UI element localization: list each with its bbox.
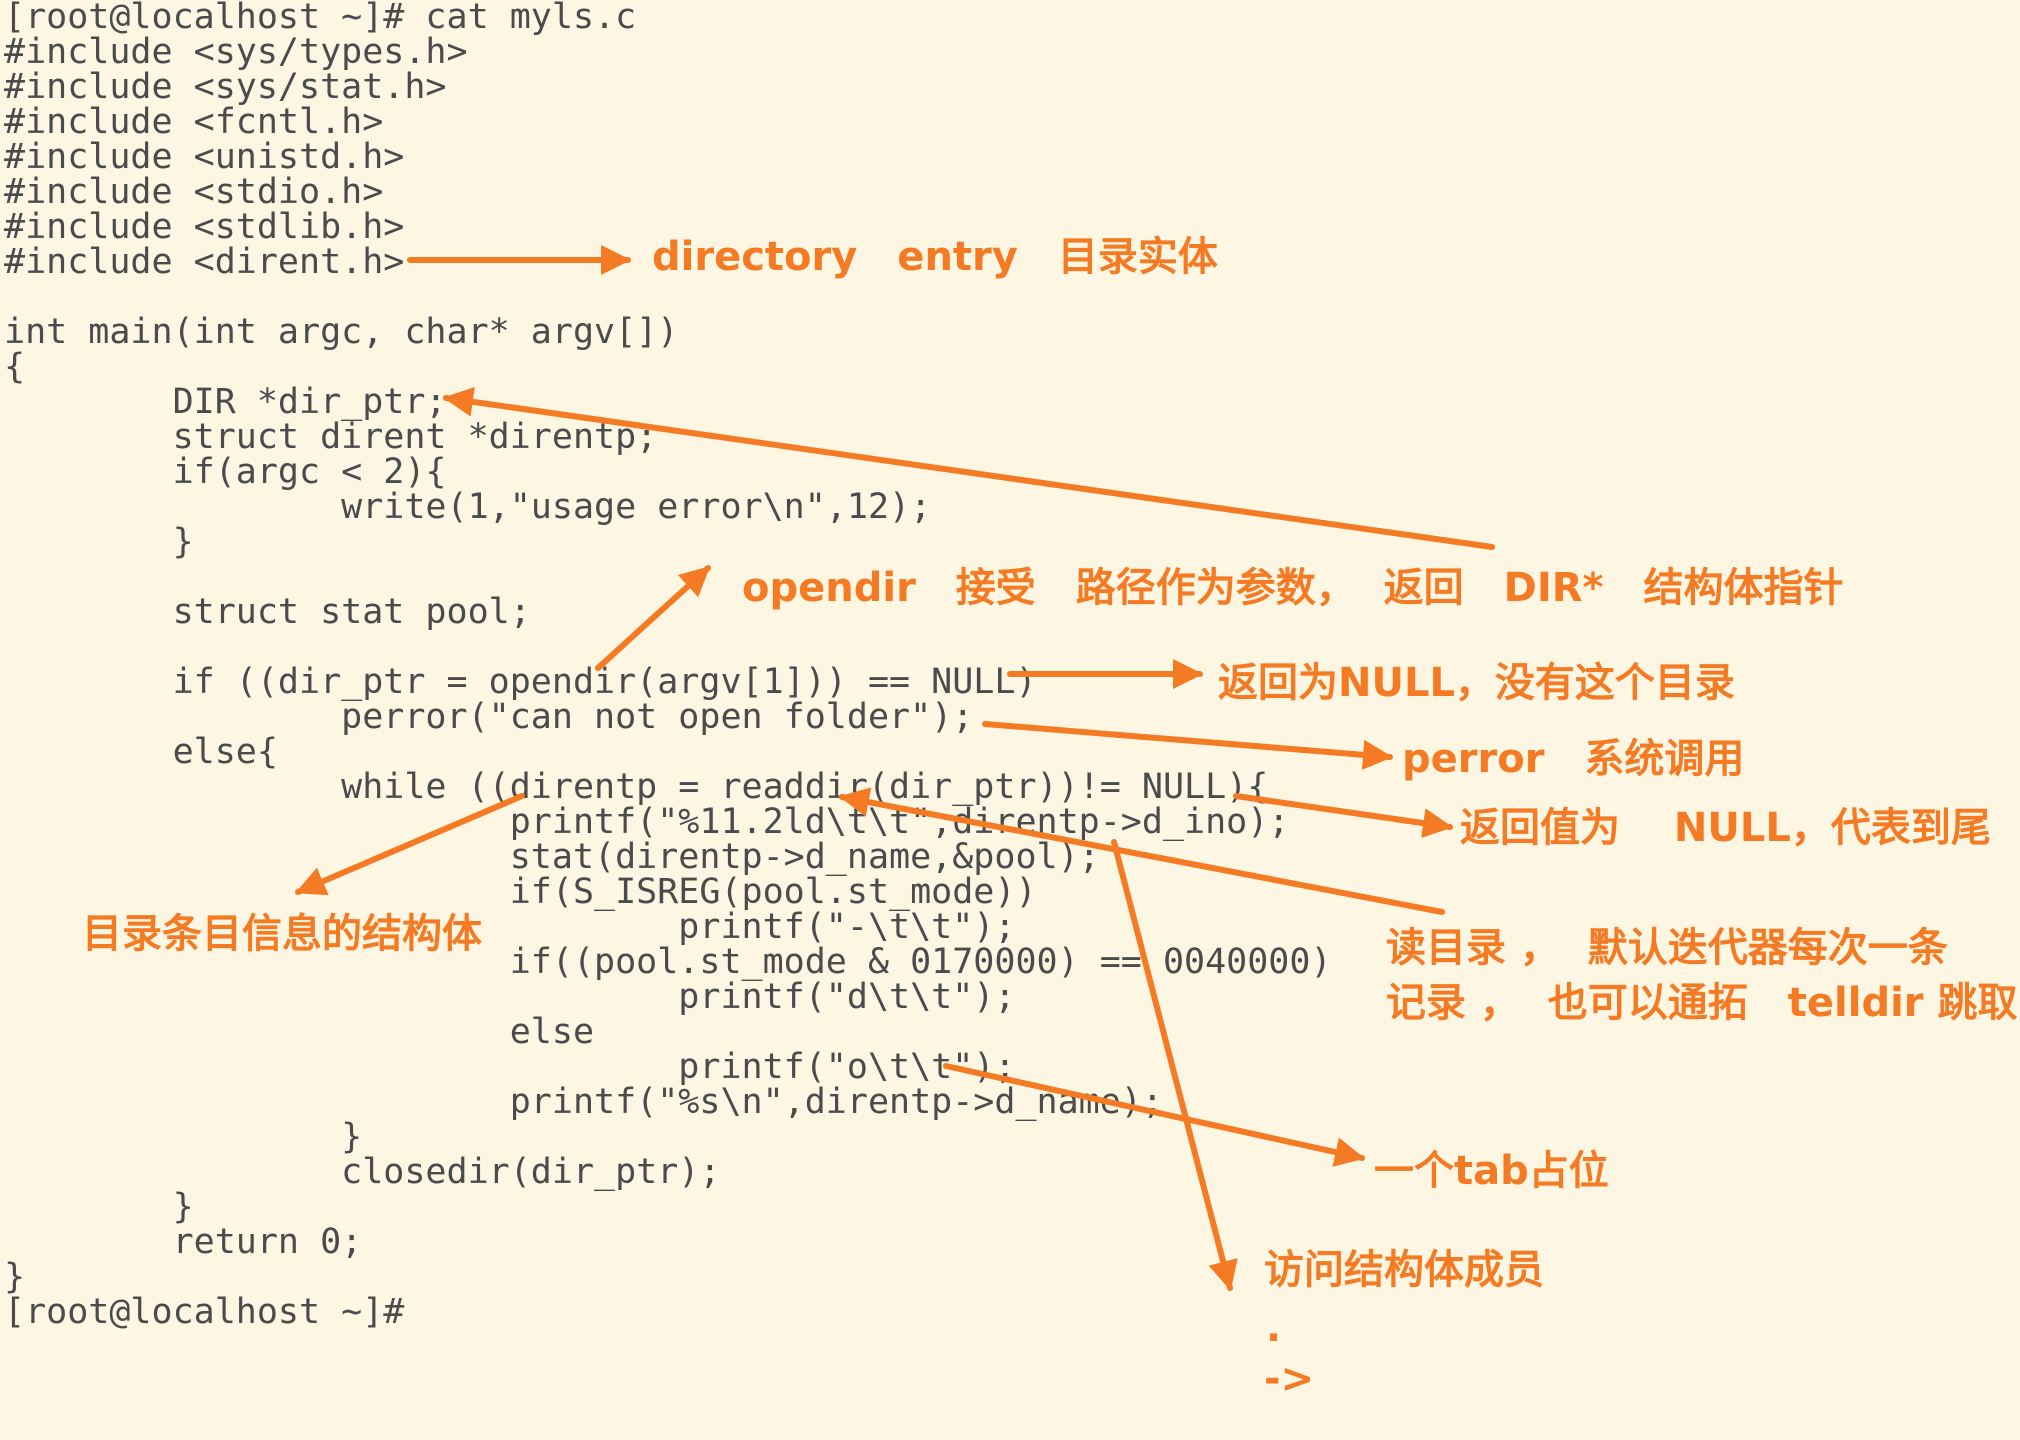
- code-line: #include <unistd.h>: [4, 137, 405, 177]
- terminal-window: [root@localhost ~]# cat myls.c #include …: [0, 0, 2020, 1440]
- annotation-readdir-line1: 读目录 ， 默认迭代器每次一条: [1386, 925, 1948, 971]
- code-line: if ((dir_ptr = opendir(argv[1])) == NULL…: [4, 662, 1037, 702]
- annotation-tab: 一个tab占位: [1374, 1148, 1609, 1194]
- annotation-return-null: 返回为NULL，没有这个目录: [1218, 660, 1735, 706]
- annotation-member-access: 访问结构体成员: [1264, 1247, 1544, 1293]
- code-line: int main(int argc, char* argv[]): [4, 312, 679, 352]
- code-line: {: [4, 347, 26, 387]
- code-line: }: [4, 1187, 194, 1227]
- code-line: printf("%11.2ld\t\t",direntp->d_ino);: [4, 802, 1290, 842]
- code-line: struct dirent *direntp;: [4, 417, 658, 457]
- code-line: #include <stdio.h>: [4, 172, 384, 212]
- code-line: [root@localhost ~]# cat myls.c: [4, 0, 637, 37]
- code-line: printf("d\t\t");: [4, 977, 1016, 1017]
- code-line: printf("o\t\t");: [4, 1047, 1016, 1087]
- code-line: DIR *dir_ptr;: [4, 382, 447, 422]
- code-line: return 0;: [4, 1222, 363, 1262]
- code-line: }: [4, 1117, 363, 1157]
- code-line: }: [4, 522, 194, 562]
- annotation-readdir-line2: 记录 ， 也可以通拓 telldir 跳取: [1386, 980, 2018, 1026]
- code-line: [root@localhost ~]#: [4, 1292, 405, 1332]
- annotation-readdir-null: 返回值为 NULL，代表到尾: [1460, 805, 1991, 851]
- annotation-opendir: opendir 接受 路径作为参数， 返回 DIR* 结构体指针: [742, 565, 1844, 611]
- code-line: stat(direntp->d_name,&pool);: [4, 837, 1100, 877]
- code-line: #include <sys/stat.h>: [4, 67, 447, 107]
- annotation-dot-operator: .: [1266, 1305, 1282, 1351]
- annotation-directory-entry: directory entry 目录实体: [652, 234, 1218, 280]
- code-line: #include <stdlib.h>: [4, 207, 405, 247]
- code-line: #include <fcntl.h>: [4, 102, 384, 142]
- code-line: write(1,"usage error\n",12);: [4, 487, 932, 527]
- code-line: }: [4, 1257, 26, 1297]
- code-line: if(argc < 2){: [4, 452, 447, 492]
- code-line: else: [4, 1012, 595, 1052]
- code-line: #include <dirent.h>: [4, 242, 405, 282]
- code-line: perror("can not open folder");: [4, 697, 974, 737]
- code-line: printf("%s\n",direntp->d_name);: [4, 1082, 1163, 1122]
- code-line: else{: [4, 732, 278, 772]
- annotation-arrow-operator: ->: [1264, 1356, 1315, 1402]
- annotation-perror: perror 系统调用: [1402, 736, 1745, 782]
- code-line: #include <sys/types.h>: [4, 32, 468, 72]
- code-line: struct stat pool;: [4, 592, 531, 632]
- code-line: if(S_ISREG(pool.st_mode)): [4, 872, 1037, 912]
- code-line: while ((direntp = readdir(dir_ptr))!= NU…: [4, 767, 1269, 807]
- annotation-dirent-struct: 目录条目信息的结构体: [82, 911, 482, 957]
- code-line: closedir(dir_ptr);: [4, 1152, 721, 1192]
